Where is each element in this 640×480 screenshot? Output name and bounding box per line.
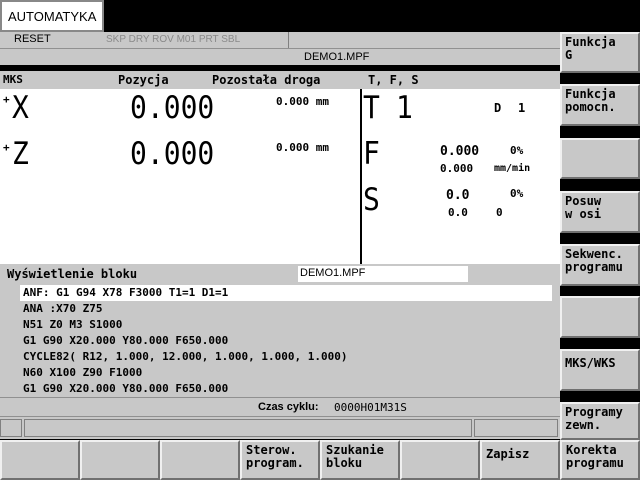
program-name: DEMO1.MPF: [304, 51, 370, 63]
block-line: CYCLE82( R12, 1.000, 12.000, 1.000, 1.00…: [23, 350, 348, 363]
message-cell-left: [0, 419, 22, 437]
softkey-empty-3[interactable]: [560, 138, 640, 179]
tool-number: 1: [396, 89, 413, 126]
message-line: [0, 417, 560, 439]
message-cell-right: [474, 419, 558, 437]
position-label: Pozycja: [118, 73, 169, 87]
mode-title-text: AUTOMATYKA: [8, 9, 97, 24]
block-line: N51 Z0 M3 S1000: [23, 318, 123, 331]
axis-x-remaining: 0.000 mm: [276, 95, 329, 108]
block-display-label: Wyświetlenie bloku: [7, 267, 138, 281]
spindle-value-3: 0: [496, 206, 503, 219]
message-cell-main: [24, 419, 472, 437]
hsoftkey-3[interactable]: [160, 440, 240, 480]
block-program-field: DEMO1.MPF: [298, 266, 468, 282]
tfs-header: T, F, S: [368, 73, 419, 87]
mode-title: AUTOMATYKA: [0, 0, 104, 32]
tool-letter: T: [363, 89, 380, 126]
block-display: Wyświetlenie bloku DEMO1.MPF ANF: G1 G94…: [0, 264, 560, 397]
axes-header: MKS Pozycja Pozostała droga T, F, S: [0, 71, 560, 89]
hsoftkey-2[interactable]: [80, 440, 160, 480]
feed-value-2: 0.000: [440, 162, 474, 175]
axes-panel: + X 0.000 0.000 mm + Z 0.000 0.000 mm: [0, 89, 360, 264]
program-control-button[interactable]: Sterow. program.: [240, 440, 320, 480]
program-flags: SKP DRY ROV M01 PRT SBL: [106, 34, 241, 45]
feed-percent: 0%: [510, 144, 524, 157]
block-line: N60 X100 Z90 F1000: [23, 366, 143, 379]
block-line: G1 G90 X20.000 Y80.000 F650.000: [23, 382, 229, 395]
program-correction-button[interactable]: Korekta programu: [560, 440, 640, 480]
program-name-bar: DEMO1.MPF: [0, 48, 560, 65]
cycle-time-bar: Czas cyklu: 0000H01M31S: [0, 397, 560, 417]
softkey-empty-6[interactable]: [560, 296, 640, 338]
d-value: 1: [518, 101, 526, 115]
softkey-g-functions[interactable]: Funkcja G: [560, 32, 640, 73]
spindle-letter: S: [363, 181, 380, 218]
tfs-panel: T 1 D 1 F 0.000 0% 0.000 mm/min S 0.0 0%…: [362, 89, 560, 264]
feed-letter: F: [363, 135, 380, 172]
reset-status: RESET: [14, 33, 51, 45]
axis-z-sign: +: [3, 141, 10, 154]
block-line: ANF: G1 G94 X78 F3000 T1=1 D1=1: [23, 286, 229, 299]
cycle-time-value: 0000H01M31S: [334, 401, 407, 414]
softkey-axis-feed[interactable]: Posuw w osi: [560, 191, 640, 233]
block-search-button[interactable]: Szukanie bloku: [320, 440, 400, 480]
softkey-external-programs[interactable]: Programy zewn.: [560, 402, 640, 440]
softkey-mks-wks[interactable]: MKS/WKS: [560, 349, 640, 391]
block-program-name: DEMO1.MPF: [300, 267, 366, 279]
spindle-value-2: 0.0: [448, 206, 468, 219]
d-label: D: [494, 101, 502, 115]
softkey-aux-functions[interactable]: Funkcja pomocn.: [560, 84, 640, 126]
status-bar: RESET SKP DRY ROV M01 PRT SBL: [0, 32, 560, 64]
axis-z-remaining: 0.000 mm: [276, 141, 329, 154]
axis-x-name: X: [12, 89, 29, 126]
axis-z-name: Z: [12, 135, 29, 172]
spindle-percent: 0%: [510, 187, 524, 200]
feed-unit: mm/min: [494, 163, 531, 174]
axis-x-position: 0.000: [130, 89, 215, 126]
cycle-time-label: Czas cyklu:: [258, 401, 319, 413]
hsoftkey-1[interactable]: [0, 440, 80, 480]
block-line: ANA :X70 Z75: [23, 302, 103, 315]
axis-z-position: 0.000: [130, 135, 215, 172]
mks-label: MKS: [3, 73, 23, 86]
remaining-label: Pozostała droga: [212, 73, 321, 87]
save-button[interactable]: Zapisz: [480, 440, 560, 480]
feed-value: 0.000: [440, 144, 480, 159]
block-line: G1 G90 X20.000 Y80.000 F650.000: [23, 334, 229, 347]
hsoftkey-6[interactable]: [400, 440, 480, 480]
spindle-value: 0.0: [446, 188, 470, 203]
softkey-program-sequence[interactable]: Sekwenc. programu: [560, 244, 640, 286]
axis-x-sign: +: [3, 93, 10, 106]
